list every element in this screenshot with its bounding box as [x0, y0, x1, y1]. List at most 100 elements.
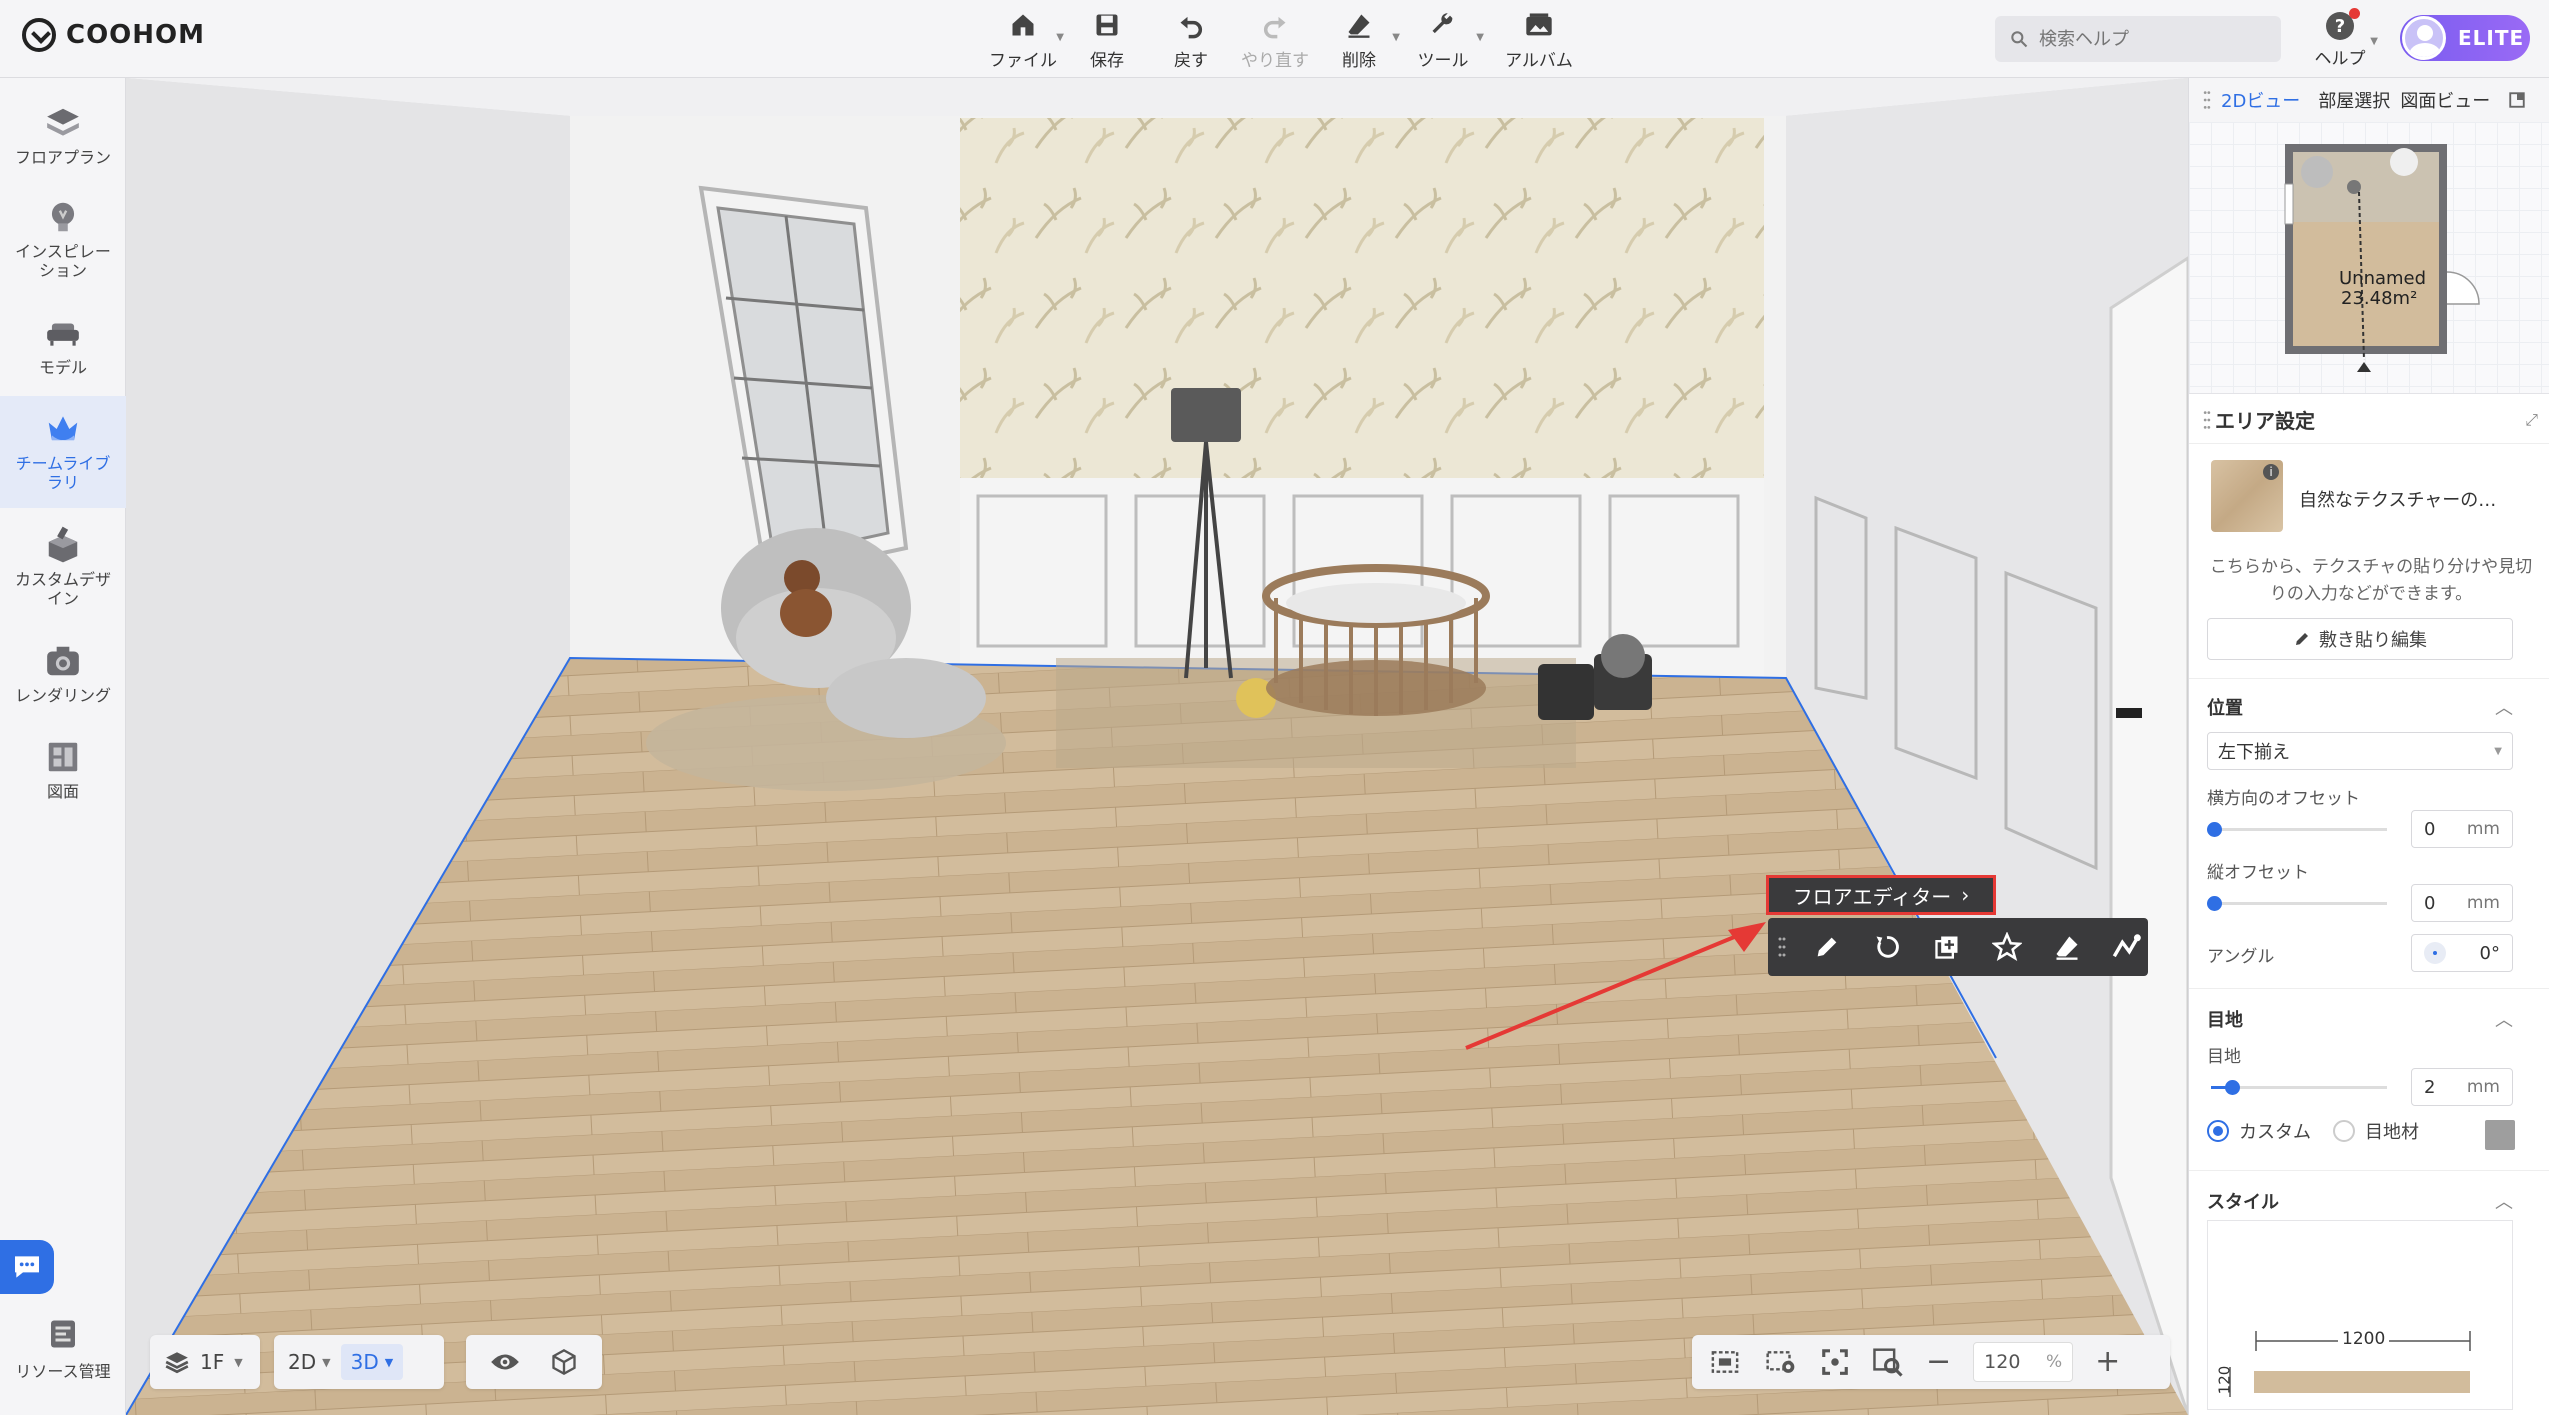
search-input[interactable]: [2039, 28, 2259, 50]
view-3d-button[interactable]: 3D ▼: [340, 1344, 404, 1380]
delete-button[interactable]: 削除 ▼: [1326, 8, 1400, 71]
cube-view-icon[interactable]: [550, 1348, 578, 1376]
popout-icon[interactable]: [2508, 91, 2526, 109]
undo-button[interactable]: 戻す: [1158, 8, 1224, 71]
zoom-value: 120: [1984, 1351, 2021, 1373]
drawing-icon: [48, 742, 78, 772]
copy-tool-button[interactable]: [1928, 928, 1966, 966]
view-settings-icon[interactable]: [1764, 1347, 1798, 1377]
chevron-down-icon: ▼: [2494, 745, 2502, 757]
tab-2d-view[interactable]: 2Dビュー: [2221, 87, 2300, 113]
joint-color-swatch[interactable]: [2485, 1120, 2515, 1150]
favorite-tool-button[interactable]: [1988, 928, 2026, 966]
floor-selector[interactable]: 1F ▼: [150, 1335, 260, 1389]
unit-label: mm: [2466, 819, 2500, 839]
sidebar-item-rendering[interactable]: レンダリング: [0, 630, 126, 720]
unit-label: mm: [2466, 1077, 2500, 1097]
position-section-header[interactable]: 位置 ︿: [2207, 694, 2513, 720]
undo-label: 戻す: [1174, 51, 1208, 71]
custom-radio[interactable]: [2207, 1120, 2229, 1142]
zoom-in-button[interactable]: +: [2095, 1347, 2120, 1377]
edit-tool-button[interactable]: [1808, 928, 1846, 966]
alignment-value: 左下揃え: [2218, 742, 2290, 763]
help-search[interactable]: [1995, 16, 2281, 62]
v-offset-input[interactable]: 0 mm: [2411, 884, 2513, 922]
angle-dial-icon[interactable]: [2424, 942, 2446, 964]
eye-icon[interactable]: [490, 1350, 520, 1374]
chevron-up-icon: ︿: [2495, 1010, 2513, 1031]
h-offset-slider[interactable]: [2207, 822, 2387, 837]
drag-handle-icon[interactable]: [2203, 409, 2211, 431]
resource-manager-label: リソース管理: [15, 1362, 111, 1381]
joint-section-header[interactable]: 目地 ︿: [2207, 1006, 2513, 1032]
user-menu[interactable]: ELITE: [2400, 15, 2530, 61]
slider-handle[interactable]: [2225, 1080, 2241, 1095]
info-icon[interactable]: i: [2263, 464, 2279, 480]
sidebar-item-floorplan[interactable]: フロアプラン: [0, 92, 126, 182]
sidebar-item-custom-design[interactable]: カスタムデザイン: [0, 514, 126, 626]
sidebar-item-team-library[interactable]: チームライブラリ: [0, 396, 126, 508]
angle-input[interactable]: 0°: [2411, 934, 2513, 972]
chevron-right-icon: ›: [1961, 883, 1970, 907]
tab-drawing-view[interactable]: 図面ビュー: [2400, 87, 2490, 113]
help-label: ヘルプ: [2314, 49, 2366, 69]
focus-icon[interactable]: [1820, 1347, 1850, 1377]
chevron-up-icon: ︿: [2495, 698, 2513, 719]
zoom-input[interactable]: 120 %: [1973, 1342, 2074, 1382]
tile-style-preview[interactable]: 1200 120: [2207, 1220, 2513, 1410]
display-options: [466, 1335, 602, 1389]
chat-button[interactable]: [0, 1240, 54, 1294]
album-button[interactable]: アルバム: [1494, 8, 1584, 71]
logo[interactable]: COOHOM: [22, 18, 205, 52]
joint-input[interactable]: 2 mm: [2411, 1068, 2513, 1106]
joint-slider[interactable]: [2211, 1080, 2387, 1095]
style-section-header[interactable]: スタイル ︿: [2207, 1188, 2513, 1214]
minimap[interactable]: Unnamed 23.48m²: [2189, 122, 2549, 394]
drag-handle-icon[interactable]: [2203, 89, 2211, 111]
slider-handle[interactable]: [2207, 822, 2222, 837]
alignment-select[interactable]: 左下揃え ▼: [2207, 732, 2513, 770]
material-thumbnail[interactable]: i: [2211, 460, 2283, 532]
expand-icon[interactable]: ⤢: [2525, 410, 2538, 430]
zoom-out-button[interactable]: −: [1926, 1347, 1951, 1377]
style-title: スタイル: [2207, 1192, 2279, 1213]
brush-tool-button[interactable]: [2108, 928, 2146, 966]
chevron-down-icon: ▼: [1056, 32, 1064, 43]
sidebar-item-model[interactable]: モデル: [0, 302, 126, 392]
add-copy-icon: [1935, 936, 1958, 959]
view-mode-switch: 2D ▼ 3D ▼: [274, 1335, 444, 1389]
joint-material-radio[interactable]: [2333, 1120, 2355, 1142]
clear-tool-button[interactable]: [2048, 928, 2086, 966]
redo-button[interactable]: やり直す: [1241, 8, 1309, 71]
slider-handle[interactable]: [2207, 896, 2222, 911]
eraser-icon: [2056, 936, 2078, 960]
file-menu-button[interactable]: ファイル ▼: [989, 8, 1064, 71]
minimap-floorplan: [2284, 144, 2480, 372]
lightbulb-icon: [51, 202, 75, 232]
view-2d-button[interactable]: 2D ▼: [288, 1350, 331, 1374]
sidebar-item-label: カスタムデザイン: [14, 570, 111, 608]
h-offset-input[interactable]: 0 mm: [2411, 810, 2513, 848]
fit-view-icon[interactable]: [1708, 1347, 1742, 1377]
rotate-tool-button[interactable]: [1868, 928, 1906, 966]
sidebar-item-drawing[interactable]: 図面: [0, 726, 126, 816]
save-button[interactable]: 保存: [1074, 8, 1140, 71]
tools-menu-button[interactable]: ツール ▼: [1410, 8, 1484, 71]
area-settings-header: エリア設定 ⤢: [2189, 396, 2549, 444]
paving-edit-button[interactable]: 敷き貼り編集: [2207, 618, 2513, 660]
v-offset-slider[interactable]: [2207, 896, 2387, 911]
room-name: Unnamed: [2339, 268, 2427, 289]
tab-room-select[interactable]: 部屋選択: [2318, 87, 2390, 113]
drag-handle-icon[interactable]: [1778, 935, 1786, 959]
divider: [2189, 678, 2549, 679]
area-settings-panel: エリア設定 ⤢ i 自然なテクスチャーの… こちらから、テクスチャの貼り分けや見…: [2189, 396, 2549, 1415]
zoom-search-icon[interactable]: [1872, 1347, 1904, 1377]
resource-manager-button[interactable]: リソース管理: [0, 1316, 126, 1382]
floor-editor-button[interactable]: フロアエディター ›: [1766, 875, 1996, 915]
pencil-icon: [2296, 633, 2308, 645]
sidebar-item-inspiration[interactable]: インスピレーション: [0, 186, 126, 298]
help-button[interactable]: ? ヘルプ ▼: [2310, 8, 2378, 69]
sidebar-item-label: レンダリング: [14, 686, 111, 705]
logo-text: COOHOM: [66, 20, 206, 50]
3d-viewport[interactable]: フロアエディター ›: [126, 78, 2188, 1415]
